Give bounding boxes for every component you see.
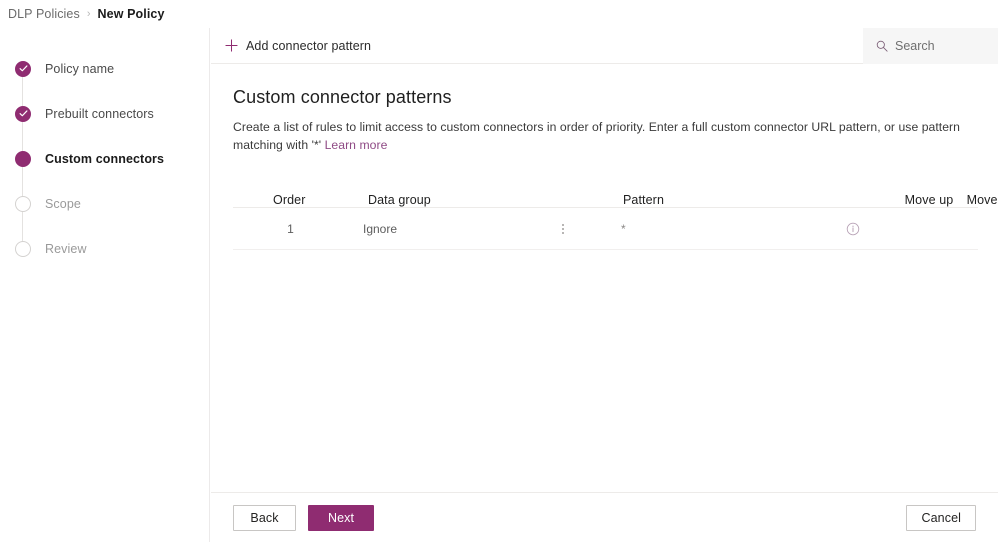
row-info-button[interactable] <box>808 222 898 236</box>
command-bar: Add connector pattern <box>211 28 998 64</box>
wizard-step-label: Prebuilt connectors <box>45 106 154 121</box>
breadcrumb-separator-icon: › <box>86 8 91 20</box>
next-button[interactable]: Next <box>308 504 374 531</box>
empty-circle-icon <box>15 240 31 257</box>
wizard-step-label: Review <box>45 241 87 256</box>
cell-order: 1 <box>287 221 294 236</box>
table-header-row: Order Data group Pattern Move up Move do… <box>233 180 998 208</box>
breadcrumb: DLP Policies › New Policy <box>0 0 998 28</box>
wizard-step-label: Scope <box>45 196 81 211</box>
cell-pattern[interactable]: * <box>621 222 626 236</box>
column-header-pattern[interactable]: Pattern <box>593 193 808 207</box>
add-connector-pattern-button[interactable]: Add connector pattern <box>211 28 383 63</box>
back-button[interactable]: Back <box>233 504 296 531</box>
dlp-new-policy-screen: DLP Policies › New Policy Policy name Pr… <box>0 0 998 542</box>
wizard-step-list: Policy name Prebuilt connectors Custom c… <box>0 46 210 271</box>
add-connector-pattern-label: Add connector pattern <box>246 38 372 53</box>
cancel-button[interactable]: Cancel <box>906 504 976 531</box>
plus-icon <box>225 39 238 52</box>
row-kebab-menu-button[interactable] <box>533 220 593 238</box>
empty-circle-icon <box>15 195 31 212</box>
wizard-rail: Policy name Prebuilt connectors Custom c… <box>0 28 210 542</box>
filled-circle-icon <box>15 150 31 167</box>
breadcrumb-current-new-policy: New Policy <box>97 7 165 21</box>
check-icon <box>15 105 31 122</box>
info-icon <box>846 222 860 236</box>
column-header-move-down[interactable]: Move down <box>960 193 998 207</box>
page-description: Create a list of rules to limit access t… <box>233 118 973 154</box>
search-input[interactable] <box>895 39 985 53</box>
wizard-step-label: Custom connectors <box>45 151 165 166</box>
check-icon <box>15 60 31 77</box>
column-header-data-group[interactable]: Data group <box>348 193 533 207</box>
page-title: Custom connector patterns <box>233 87 452 107</box>
breadcrumb-link-dlp-policies[interactable]: DLP Policies <box>8 7 80 21</box>
search-box[interactable] <box>863 28 998 64</box>
connector-patterns-table: Order Data group Pattern Move up Move do… <box>233 180 998 250</box>
column-header-order[interactable]: Order <box>233 193 348 207</box>
panel-body: Custom connector patterns Create a list … <box>211 65 998 505</box>
wizard-step-prebuilt-connectors[interactable]: Prebuilt connectors <box>0 91 210 136</box>
wizard-step-custom-connectors[interactable]: Custom connectors <box>0 136 210 181</box>
wizard-step-review[interactable]: Review <box>0 226 210 271</box>
wizard-footer: Back Next Cancel <box>211 492 998 542</box>
cell-data-group[interactable]: Ignore <box>348 222 533 236</box>
wizard-step-scope[interactable]: Scope <box>0 181 210 226</box>
column-header-move-up[interactable]: Move up <box>898 193 960 207</box>
kebab-menu-icon <box>556 220 570 238</box>
search-icon <box>876 40 888 52</box>
table-row[interactable]: 1 Ignore * <box>233 208 978 250</box>
wizard-step-policy-name[interactable]: Policy name <box>0 46 210 91</box>
content-panel: Add connector pattern Custom connector p… <box>211 28 998 542</box>
wizard-step-label: Policy name <box>45 61 115 76</box>
learn-more-link[interactable]: Learn more <box>325 138 388 152</box>
